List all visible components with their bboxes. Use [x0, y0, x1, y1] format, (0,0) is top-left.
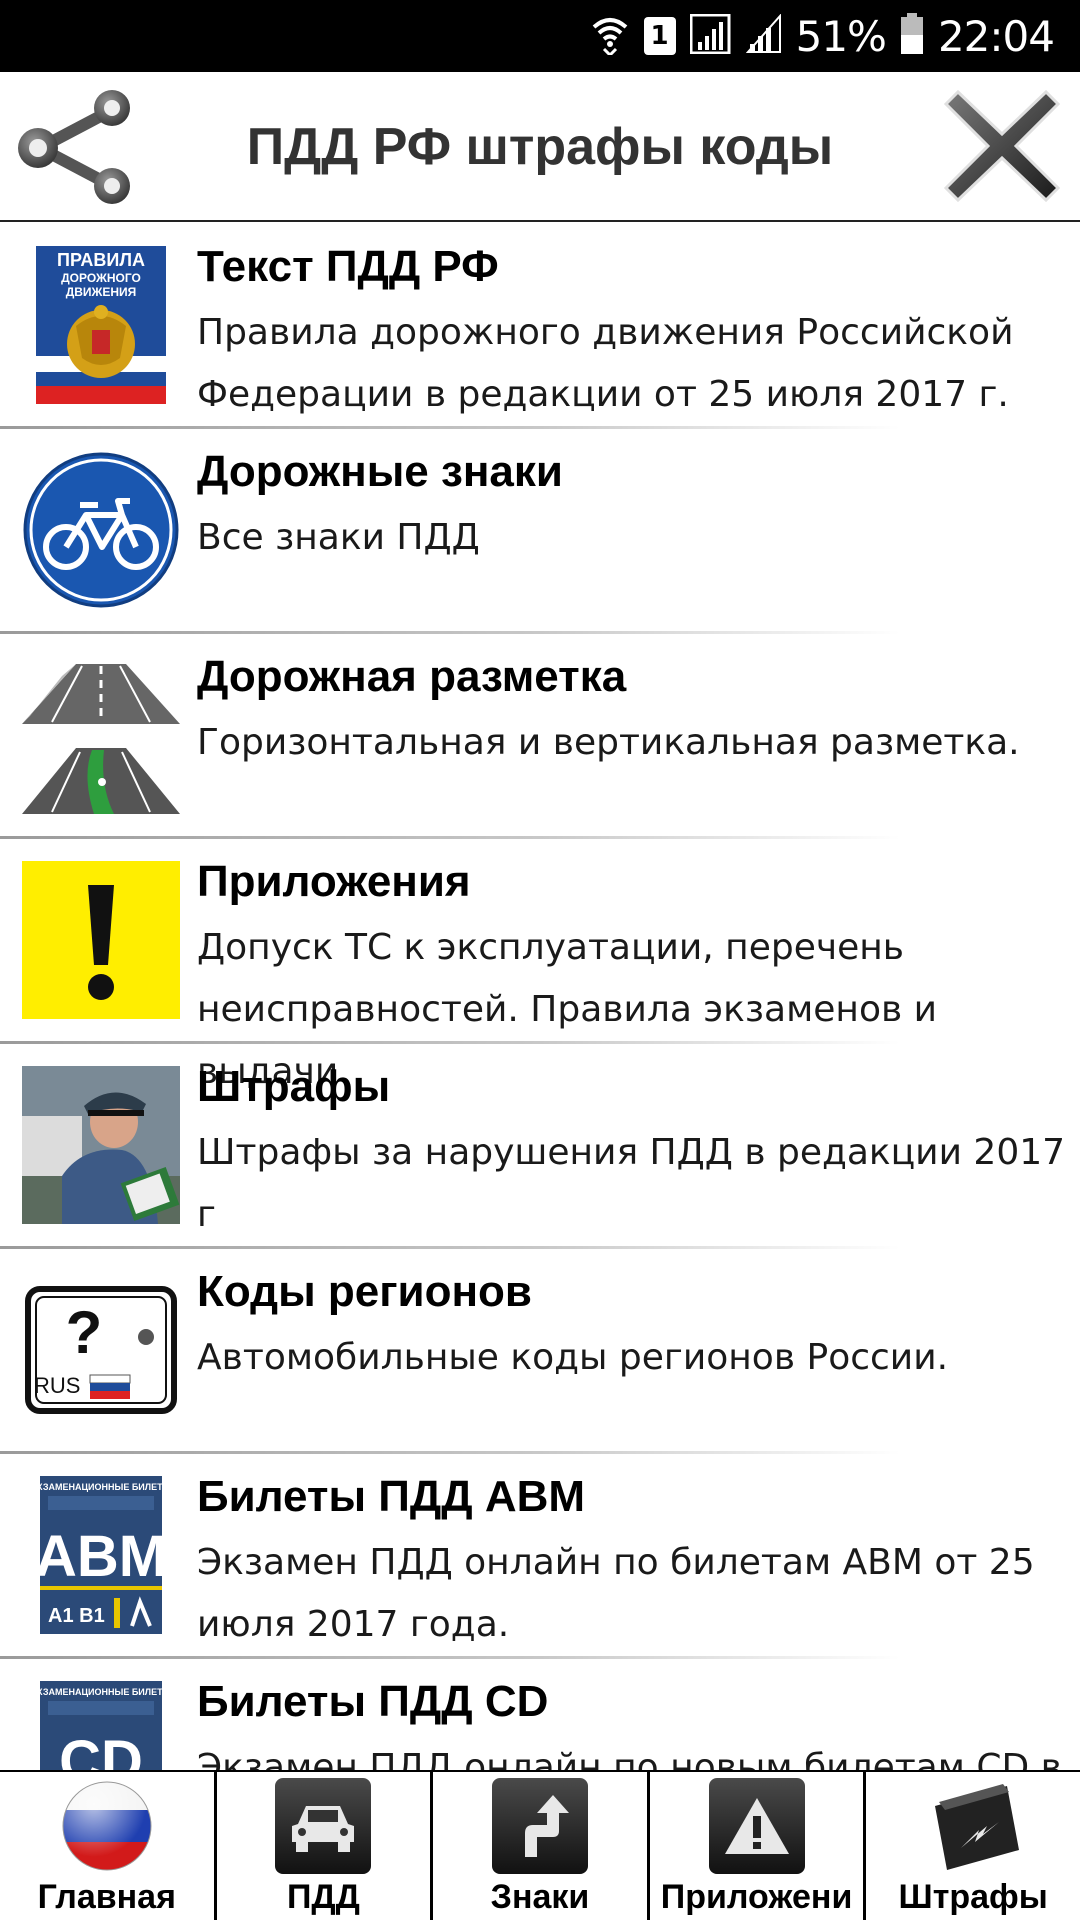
item-title: Штрафы — [197, 1062, 391, 1111]
plate-country-code: RUS — [34, 1373, 80, 1398]
share-button[interactable] — [14, 88, 138, 208]
russia-flag-icon — [57, 1776, 157, 1876]
item-title: Дорожная разметка — [197, 652, 627, 701]
car-icon — [273, 1776, 373, 1876]
item-title: Текст ПДД РФ — [197, 242, 499, 291]
battery-icon — [900, 13, 924, 59]
close-icon — [943, 89, 1061, 203]
list-item-fines[interactable]: Штрафы Штрафы за нарушения ПДД в редакци… — [0, 1044, 1080, 1249]
clock: 22:04 — [937, 11, 1055, 61]
bottom-navigation: Главная ПДД Знаки Приложени Штрафы — [0, 1770, 1080, 1920]
booklet-header: ЭКЗАМЕНАЦИОННЫЕ БИЛЕТЫ — [40, 1687, 162, 1697]
nav-pdd[interactable]: ПДД — [217, 1772, 434, 1920]
signal-sim1-icon — [689, 13, 732, 58]
nav-label: Штрафы — [898, 1878, 1048, 1916]
list-item-road-marking[interactable]: Дорожная разметка Горизонтальная и верти… — [0, 634, 1080, 839]
booklet-subcategories: A1 B1 — [48, 1605, 105, 1627]
menu-list: ПРАВИЛА ДОРОЖНОГО ДВИЖЕНИЯ Текст ПДД РФ … — [0, 224, 1080, 1770]
list-item-tickets-cd[interactable]: ЭКЗАМЕНАЦИОННЫЕ БИЛЕТЫ CD Билеты ПДД CD … — [0, 1659, 1080, 1770]
item-title: Дорожные знаки — [197, 447, 563, 496]
turn-arrow-icon — [490, 1776, 590, 1876]
share-icon — [18, 90, 130, 204]
list-item-region-codes[interactable]: ? RUS Коды регионов Автомобильные коды р… — [0, 1249, 1080, 1454]
exam-tickets-abm-icon: ЭКЗАМЕНАЦИОННЫЕ БИЛЕТЫ ABM A1 B1 — [40, 1476, 162, 1634]
item-title: Билеты ПДД CD — [197, 1677, 549, 1726]
item-title: Билеты ПДД ABM — [197, 1472, 586, 1521]
warning-exclamation-icon — [22, 861, 180, 1019]
book-title-line-3: ДВИЖЕНИЯ — [66, 285, 137, 299]
exam-tickets-cd-icon: ЭКЗАМЕНАЦИОННЫЕ БИЛЕТЫ CD — [40, 1681, 162, 1770]
nav-signs[interactable]: Знаки — [433, 1772, 650, 1920]
license-plate-icon: ? RUS — [22, 1271, 180, 1429]
item-description: Правила дорожного движения Российской Фе… — [197, 312, 1014, 415]
item-description: Экзамен ПДД онлайн по новым билетам CD в — [197, 1747, 1062, 1770]
item-description: Автомобильные коды регионов России. — [197, 1337, 949, 1378]
list-item-road-signs[interactable]: Дорожные знаки Все знаки ПДД — [0, 429, 1080, 634]
nav-appendices[interactable]: Приложени — [650, 1772, 867, 1920]
plate-question-mark: ? — [66, 1299, 103, 1366]
fine-camera-icon — [923, 1776, 1023, 1876]
nav-fines[interactable]: Штрафы — [866, 1772, 1080, 1920]
traffic-police-photo — [22, 1066, 180, 1224]
book-title-line-2: ДОРОЖНОГО — [61, 271, 141, 285]
list-item-rules-text[interactable]: ПРАВИЛА ДОРОЖНОГО ДВИЖЕНИЯ Текст ПДД РФ … — [0, 224, 1080, 429]
item-description: Горизонтальная и вертикальная разметка. — [197, 722, 1020, 763]
item-description: Штрафы за нарушения ПДД в редакции 2017 … — [197, 1132, 1066, 1235]
nav-label: Приложени — [660, 1878, 853, 1916]
nav-home[interactable]: Главная — [0, 1772, 217, 1920]
warning-triangle-icon — [707, 1776, 807, 1876]
booklet-category: ABM — [40, 1524, 162, 1589]
signal-sim2-icon — [745, 13, 782, 58]
battery-percent: 51% — [795, 11, 887, 61]
nav-label: Главная — [37, 1878, 176, 1916]
rules-book-icon: ПРАВИЛА ДОРОЖНОГО ДВИЖЕНИЯ — [36, 246, 166, 404]
item-title: Приложения — [197, 857, 471, 906]
sim-slot-badge: 1 — [643, 17, 676, 55]
nav-label: ПДД — [286, 1878, 360, 1916]
nav-label: Знаки — [490, 1878, 590, 1916]
item-title: Коды регионов — [197, 1267, 532, 1316]
bicycle-sign-icon — [22, 451, 180, 609]
close-button[interactable] — [940, 84, 1064, 208]
booklet-category: CD — [59, 1729, 143, 1770]
item-description: Все знаки ПДД — [197, 517, 480, 558]
booklet-header: ЭКЗАМЕНАЦИОННЫЕ БИЛЕТЫ — [40, 1482, 162, 1492]
app-header: ПДД РФ штрафы коды — [0, 72, 1080, 222]
item-description: Экзамен ПДД онлайн по билетам ABM от 25 … — [197, 1542, 1035, 1645]
list-item-appendices[interactable]: Приложения Допуск ТС к эксплуатации, пер… — [0, 839, 1080, 1092]
list-item-tickets-abm[interactable]: ЭКЗАМЕНАЦИОННЫЕ БИЛЕТЫ ABM A1 B1 Билеты … — [0, 1454, 1080, 1659]
page-title: ПДД РФ штрафы коды — [246, 118, 834, 176]
road-marking-icon — [22, 656, 180, 814]
status-bar: 1 51% 22:04 — [0, 0, 1080, 72]
book-title-line-1: ПРАВИЛА — [57, 250, 145, 270]
wifi-icon — [590, 13, 630, 59]
